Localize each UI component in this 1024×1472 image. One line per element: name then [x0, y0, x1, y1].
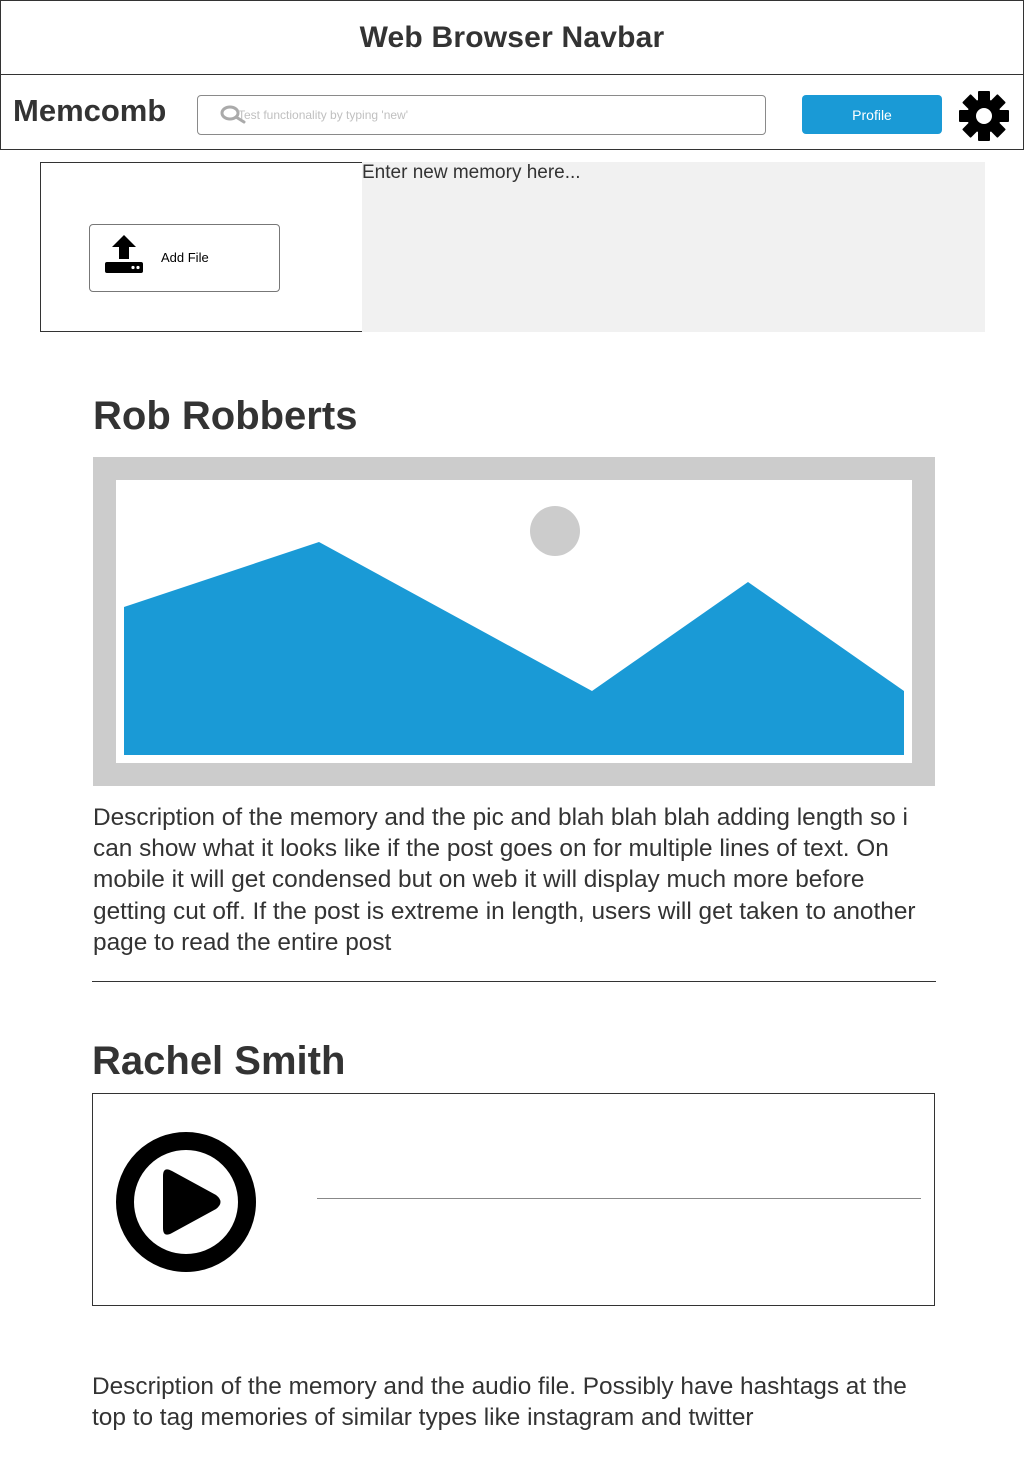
brand-logo[interactable]: Memcomb [13, 93, 166, 129]
search-placeholder: Test functionality by typing 'new' [238, 108, 409, 122]
post-description: Description of the memory and the pic an… [93, 804, 916, 956]
post-divider [92, 981, 936, 982]
navbar: Memcomb Test functionality by typing 'ne… [0, 74, 1024, 150]
play-icon[interactable] [115, 1132, 257, 1272]
add-file-label: Add File [161, 250, 209, 265]
browser-title: Web Browser Navbar [359, 20, 665, 54]
browser-title-bar: Web Browser Navbar [0, 0, 1024, 75]
gear-icon[interactable] [957, 89, 1011, 143]
upload-icon [105, 235, 143, 273]
new-memory-input[interactable] [362, 162, 985, 332]
file-upload-panel: Add File [40, 162, 363, 332]
add-file-button[interactable]: Add File [89, 224, 280, 292]
post-description: Description of the memory and the audio … [92, 1373, 907, 1432]
post-author[interactable]: Rob Robberts [93, 394, 357, 439]
audio-player [92, 1093, 935, 1306]
audio-progress-track[interactable] [317, 1198, 921, 1199]
search-input[interactable]: Test functionality by typing 'new' [197, 95, 766, 135]
image-placeholder-icon[interactable] [93, 457, 935, 786]
post-author[interactable]: Rachel Smith [92, 1039, 345, 1084]
profile-button[interactable]: Profile [802, 95, 942, 134]
